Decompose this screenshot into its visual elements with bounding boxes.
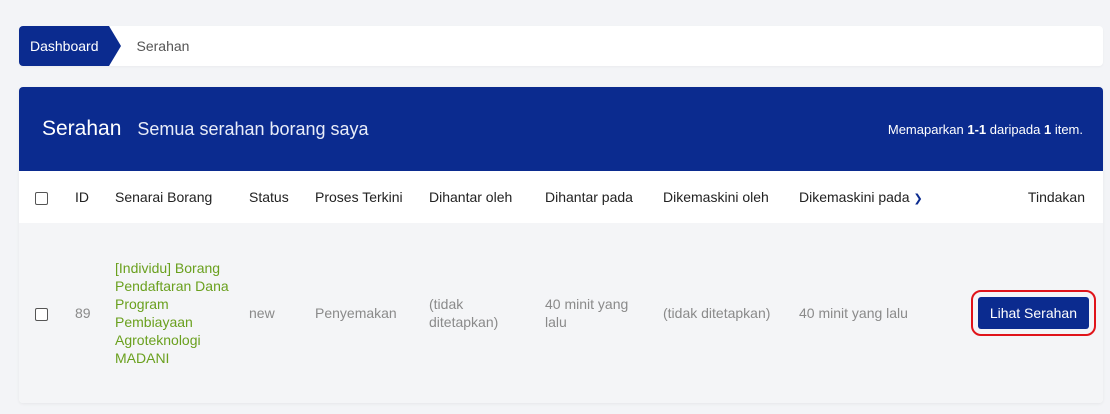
page-title: Serahan — [42, 117, 122, 140]
row-actions-cell: Lihat Serahan — [933, 223, 1103, 403]
row-select-cell — [19, 223, 69, 403]
breadcrumb-dashboard-link[interactable]: Dashboard — [19, 26, 120, 66]
row-sent-at: 40 minit yang lalu — [545, 296, 629, 330]
column-header-updated-by[interactable]: Dikemaskini oleh — [657, 171, 793, 223]
summary-mid: daripada — [986, 121, 1044, 137]
row-status: new — [249, 305, 275, 321]
submissions-card: Serahan Semua serahan borang saya Memapa… — [19, 87, 1103, 403]
summary-prefix: Memaparkan — [887, 121, 968, 137]
view-submission-button[interactable]: Lihat Serahan — [970, 290, 1097, 336]
table-row: 89 [Individu] Borang Pendaftaran Dana Pr… — [19, 223, 1103, 403]
select-all-checkbox[interactable] — [35, 191, 48, 205]
column-header-id[interactable]: ID — [69, 171, 109, 223]
row-form-cell: [Individu] Borang Pendaftaran Dana Progr… — [109, 223, 243, 403]
breadcrumb-current: Serahan — [136, 38, 190, 54]
breadcrumb: Dashboard Serahan — [19, 26, 1103, 66]
row-updated-by: (tidak ditetapkan) — [663, 305, 771, 321]
row-id: 89 — [75, 305, 91, 321]
table-header-row: ID Senarai Borang Status Proses Terkini … — [19, 171, 1103, 223]
chevron-down-icon: ❯ — [913, 193, 923, 205]
pagination-summary: Memaparkan 1-1 daripada 1 item. — [888, 122, 1083, 137]
column-header-updated-at-label: Dikemaskini pada — [799, 189, 910, 205]
column-header-actions: Tindakan — [1027, 189, 1085, 205]
column-header-sent-at[interactable]: Dihantar pada — [539, 171, 657, 223]
row-checkbox[interactable] — [35, 307, 48, 321]
card-header: Serahan Semua serahan borang saya Memapa… — [19, 87, 1103, 171]
select-all-cell — [19, 171, 69, 223]
column-header-form[interactable]: Senarai Borang — [109, 171, 243, 223]
submissions-table: ID Senarai Borang Status Proses Terkini … — [19, 171, 1103, 403]
summary-range: 1-1 — [967, 121, 987, 137]
column-header-sent-by[interactable]: Dihantar oleh — [423, 171, 539, 223]
page-subtitle: Semua serahan borang saya — [137, 118, 369, 139]
column-header-process[interactable]: Proses Terkini — [309, 171, 423, 223]
row-form-link[interactable]: [Individu] Borang Pendaftaran Dana Progr… — [115, 260, 229, 366]
summary-suffix: item. — [1051, 121, 1083, 137]
column-header-status[interactable]: Status — [243, 171, 309, 223]
column-header-updated-at[interactable]: Dikemaskini pada ❯ — [793, 171, 933, 223]
row-process: Penyemakan — [315, 305, 397, 321]
row-updated-at: 40 minit yang lalu — [799, 305, 908, 321]
row-sent-by: (tidak ditetapkan) — [429, 296, 499, 330]
